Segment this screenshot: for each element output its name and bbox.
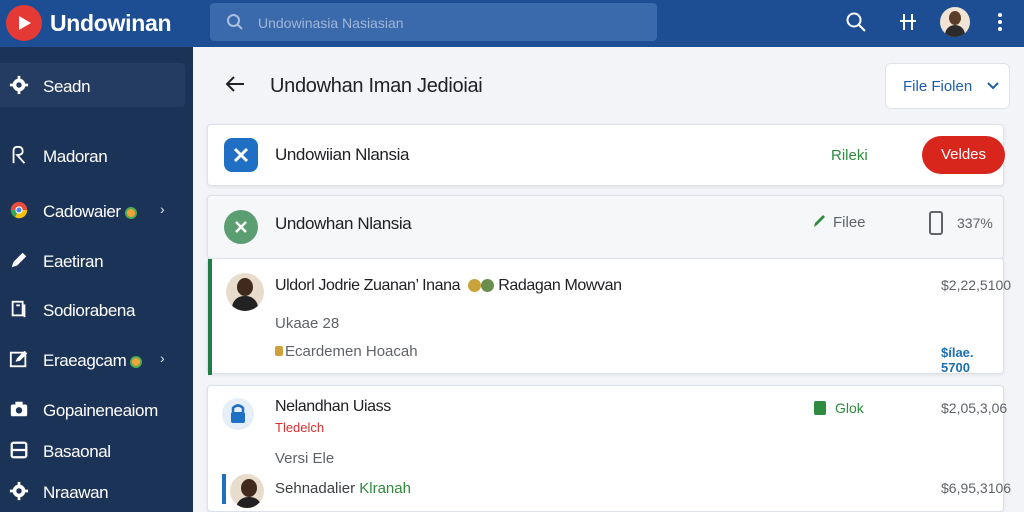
document-icon (11, 300, 26, 318)
avatar (226, 273, 264, 311)
user-avatar[interactable] (940, 7, 970, 37)
sidebar-item-cadowaier[interactable]: Cadowaier › (0, 188, 185, 232)
search-icon (227, 14, 243, 30)
sidebar-item-madoran[interactable]: Madoran (0, 133, 185, 177)
play-icon (19, 16, 31, 30)
card-title: Undowiian Nlansia (275, 145, 409, 164)
pen-icon (814, 215, 825, 227)
highlight-amount: $ílae. 5700 (941, 345, 974, 375)
item-card[interactable]: Uldorl Jodrie Zuanan’ Inana Radagan Mowv… (207, 258, 1011, 375)
sidebar-item-basaonal[interactable]: Basaonal (0, 428, 185, 472)
more-vertical-icon[interactable] (993, 11, 1007, 33)
page-title: Undowhan Iman Jedioiai (270, 75, 483, 97)
chrome-icon (10, 201, 28, 219)
main-content: Undowhan Iman Jedioiai File Fiolen Undow… (193, 47, 1024, 512)
amount: $6,95,3106 (941, 480, 1012, 496)
accent-bar (222, 474, 226, 504)
grid-icon[interactable] (897, 11, 919, 33)
tag-icon (275, 346, 283, 356)
back-arrow-icon[interactable] (224, 73, 246, 95)
search-input[interactable]: Undowinasia Nasiasian (258, 15, 404, 31)
amount: $2,22,5100 (941, 277, 1012, 293)
subtitle: Ukaae 28 (275, 315, 340, 332)
search-bar[interactable]: Undowinasia Nasiasian (210, 3, 657, 41)
file-label[interactable]: Filee (833, 214, 866, 231)
subtitle: Versi Ele (275, 450, 335, 467)
secondary-text: Ecardemen Hoacah (275, 343, 418, 360)
item-card[interactable]: Undowiian Nlansia Rileki Veldes (207, 124, 1005, 186)
top-bar: Undowinan Undowinasia Nasiasian (0, 0, 1024, 47)
sidebar-item-label: Gopaineneaiom (43, 401, 158, 420)
card-title: Uldorl Jodrie Zuanan’ Inana Radagan Mowv… (275, 277, 622, 294)
status-badge (124, 206, 137, 219)
edit-box-icon (9, 350, 28, 368)
file-icon (814, 401, 826, 415)
app-brand: Undowinan (50, 10, 172, 36)
sidebar-item-nraawan[interactable]: Nraawan (0, 469, 185, 512)
app-logo[interactable] (6, 5, 42, 41)
gear-icon (9, 481, 29, 501)
veldes-button[interactable]: Veldes (922, 136, 1005, 174)
item-card[interactable]: Nelandhan Uiass Tledelch Glok $2,05,3,06… (207, 385, 1011, 512)
file-dropdown[interactable]: File Fiolen (885, 63, 1010, 109)
sidebar-item-sodiorabena[interactable]: Sodiorabena (0, 287, 185, 331)
chevron-down-icon (987, 82, 999, 90)
status-label[interactable]: Glok (835, 400, 864, 416)
amount: $2,05,3,06 (941, 400, 1008, 416)
camera-icon (10, 401, 28, 417)
card-title: Undowhan Nlansia (275, 214, 412, 233)
status-badge (130, 355, 143, 368)
chevron-right-icon: › (160, 350, 165, 366)
chevron-right-icon: › (160, 201, 165, 217)
sidebar-item-label: Seadn (43, 77, 91, 96)
tools-icon (224, 210, 258, 244)
card-title: Nelandhan Uiass (275, 398, 391, 415)
coin-icon (481, 279, 495, 293)
author-link[interactable]: Klranah (359, 480, 411, 497)
sidebar-item-gopaineneaiom[interactable]: Gopaineneaiom (0, 387, 185, 431)
gear-icon (9, 75, 29, 95)
sidebar: Seadn Madoran Cadowaier › Eaetiran Sodio… (0, 47, 193, 512)
person-icon (12, 145, 26, 164)
author: Sehnadalier Klranah (275, 480, 411, 497)
phone-icon (929, 211, 943, 235)
sidebar-item-label: Cadowaier (43, 202, 137, 222)
sidebar-item-label: Eraeagcam (43, 351, 143, 371)
rileki-link[interactable]: Rileki (831, 147, 868, 164)
coin-icon (468, 279, 482, 293)
folder-icon (10, 441, 28, 459)
file-dropdown-label: File Fiolen (903, 78, 973, 95)
sidebar-item-label: Madoran (43, 147, 108, 166)
avatar (230, 474, 264, 508)
lock-icon (222, 398, 254, 430)
percent-value: 337% (957, 215, 993, 231)
sidebar-item-seadn[interactable]: Seadn (0, 63, 185, 107)
item-card[interactable]: Undowhan Nlansia Filee 337% (207, 195, 1004, 259)
pen-icon (11, 252, 27, 268)
sidebar-item-label: Nraawan (43, 483, 109, 502)
accent-bar (208, 259, 212, 375)
red-label: Tledelch (275, 420, 325, 435)
sidebar-item-label: Sodiorabena (43, 301, 136, 320)
search-icon[interactable] (845, 11, 867, 33)
sidebar-item-label: Eaetiran (43, 252, 104, 271)
tools-icon (224, 138, 258, 172)
sidebar-item-label: Basaonal (43, 442, 111, 461)
sidebar-item-eaetiran[interactable]: Eaetiran (0, 238, 185, 282)
sidebar-item-eraeagcam[interactable]: Eraeagcam › (0, 337, 185, 381)
